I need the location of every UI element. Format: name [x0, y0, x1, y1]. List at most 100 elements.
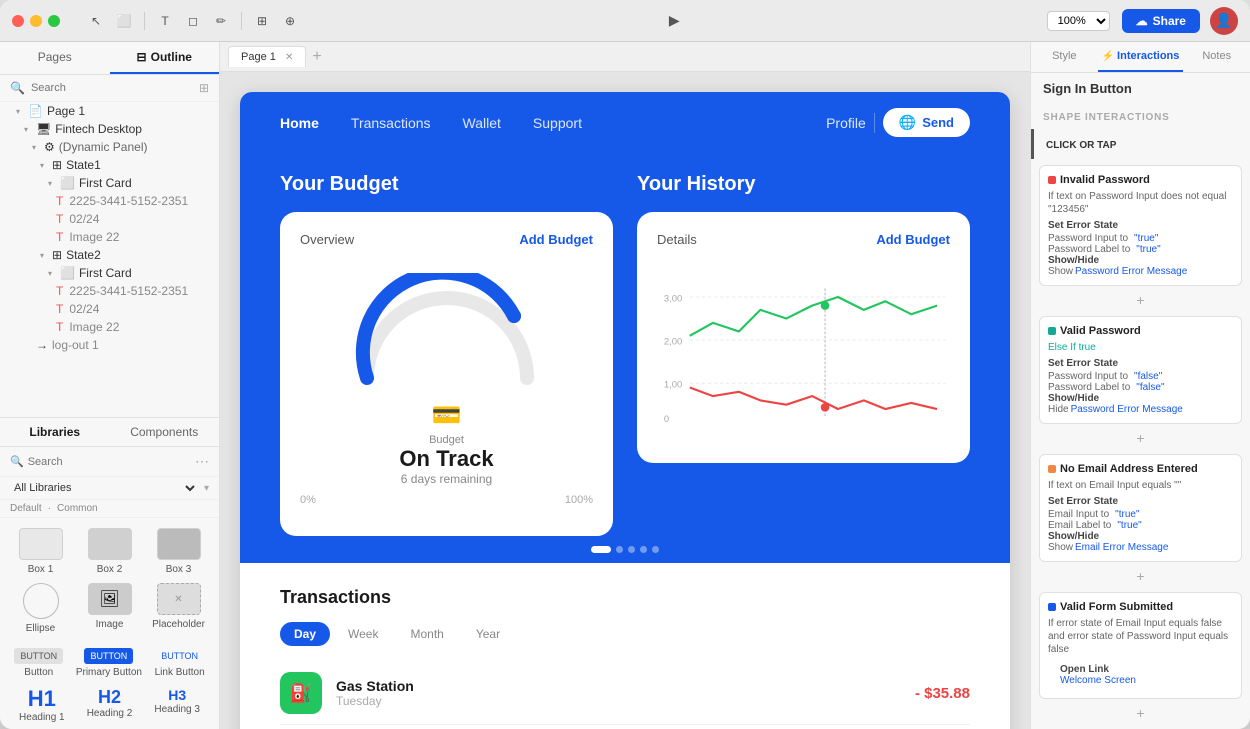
- user-avatar[interactable]: 👤: [1210, 7, 1238, 35]
- add-budget-link[interactable]: Add Budget: [519, 232, 593, 247]
- tree-state2[interactable]: ▾ ⊞ State2: [0, 246, 219, 264]
- set-error-label-3: Set Error State: [1048, 496, 1233, 507]
- tab-notes[interactable]: Notes: [1183, 42, 1250, 72]
- chart-svg: 3,00 2,00 1,00 0: [657, 263, 950, 443]
- tab-style[interactable]: Style: [1031, 42, 1098, 72]
- comp-heading3[interactable]: H3 Heading 3: [145, 688, 209, 723]
- dot-4[interactable]: [640, 546, 647, 553]
- filter-year[interactable]: Year: [462, 622, 514, 646]
- password-input-action-2: Password Input to "false": [1048, 371, 1233, 382]
- interaction-valid-password[interactable]: Valid Password Else If true Set Error St…: [1039, 316, 1242, 424]
- tree-date-2[interactable]: T 02/24: [0, 300, 219, 318]
- search-input[interactable]: [31, 82, 193, 94]
- tab-components[interactable]: Components: [110, 418, 220, 446]
- toolbar: ↖ ⬜ T ◻ ✏ ⊞ ⊕ ▶ 100% ☁ Share 👤: [84, 7, 1238, 35]
- show-password-error: Show Password Error Message: [1048, 266, 1233, 277]
- lib-search-input[interactable]: [28, 456, 191, 468]
- lib-tabs: Libraries Components: [0, 417, 219, 447]
- tree-card-number-2[interactable]: T 2225-3441-5152-2351: [0, 282, 219, 300]
- pen-tool[interactable]: ✏: [209, 9, 233, 33]
- globe-icon: 🌐: [899, 114, 916, 131]
- comp-link-button[interactable]: BUTTON Link Button: [155, 648, 205, 678]
- add-action-4[interactable]: +: [1128, 703, 1152, 723]
- dot-5[interactable]: [652, 546, 659, 553]
- tab-pages[interactable]: Pages: [0, 42, 110, 74]
- tab-outline[interactable]: ⊟Outline: [110, 42, 220, 74]
- nav-wallet[interactable]: Wallet: [463, 115, 501, 131]
- tree-dynamic-panel[interactable]: ▾ ⚙ (Dynamic Panel): [0, 138, 219, 156]
- maximize-button[interactable]: [48, 15, 60, 27]
- library-select[interactable]: All Libraries: [10, 481, 198, 495]
- tree-card-number-1[interactable]: T 2225-3441-5152-2351: [0, 192, 219, 210]
- nav-home[interactable]: Home: [280, 115, 319, 131]
- text-icon-1: T: [56, 194, 63, 208]
- filter-week[interactable]: Week: [334, 622, 392, 646]
- tree-page1[interactable]: ▾ 📄 Page 1: [0, 102, 219, 120]
- right-panel-tabs: Style ⚡Interactions Notes: [1031, 42, 1250, 73]
- history-card: Details Add Budget 3,00 2,00 1,00: [637, 212, 970, 463]
- tree-frame[interactable]: ▾ 🖥 Fintech Desktop: [0, 120, 219, 138]
- comp-box1[interactable]: Box 1: [10, 528, 71, 575]
- send-button[interactable]: 🌐 Send: [883, 108, 970, 137]
- tree-image-1[interactable]: T Image 22: [0, 228, 219, 246]
- comp-ellipse[interactable]: Ellipse: [10, 583, 71, 634]
- comp-placeholder[interactable]: ✕ Placeholder: [148, 583, 209, 634]
- comp-button[interactable]: BUTTON Button: [14, 648, 63, 678]
- tree-logout[interactable]: → log-out 1: [0, 336, 219, 354]
- filter-day[interactable]: Day: [280, 622, 330, 646]
- h3-preview: H3: [168, 688, 186, 702]
- minimize-button[interactable]: [30, 15, 42, 27]
- interaction-valid-form[interactable]: Valid Form Submitted If error state of E…: [1039, 592, 1242, 699]
- dot-1[interactable]: [591, 546, 611, 553]
- tab-libraries[interactable]: Libraries: [0, 418, 110, 446]
- add-action-1[interactable]: +: [1128, 290, 1152, 310]
- show-email-error: Show Email Error Message: [1048, 542, 1233, 553]
- comp-box3[interactable]: Box 3: [148, 528, 209, 575]
- comp-heading2[interactable]: H2 Heading 2: [78, 688, 142, 723]
- filter-month[interactable]: Month: [396, 622, 457, 646]
- comp-box2[interactable]: Box 2: [79, 528, 140, 575]
- lib-menu-icon[interactable]: ⋯: [195, 453, 209, 470]
- select-tool[interactable]: ↖: [84, 9, 108, 33]
- dot-3[interactable]: [628, 546, 635, 553]
- valid-password-condition: Else If true: [1048, 341, 1233, 354]
- share-button[interactable]: ☁ Share: [1122, 9, 1200, 33]
- nav-transactions[interactable]: Transactions: [351, 115, 431, 131]
- interaction-invalid-password[interactable]: Invalid Password If text on Password Inp…: [1039, 165, 1242, 286]
- add-tab-icon[interactable]: +: [312, 48, 321, 66]
- tree-image-2[interactable]: T Image 22: [0, 318, 219, 336]
- filter-icon[interactable]: ⊞: [199, 81, 209, 95]
- welcome-screen-link[interactable]: Welcome Screen: [1060, 675, 1221, 686]
- common-tag[interactable]: Common: [57, 503, 98, 514]
- shape-tool[interactable]: ◻: [181, 9, 205, 33]
- history-add-budget-link[interactable]: Add Budget: [876, 232, 950, 247]
- text-tool[interactable]: T: [153, 9, 177, 33]
- set-error-label-1: Set Error State: [1048, 220, 1233, 231]
- tree-first-card-2[interactable]: ▾ ⬜ First Card: [0, 264, 219, 282]
- gauge-center: 💳 Budget On Track 6 days remaining: [399, 401, 493, 486]
- tree-date-1[interactable]: T 02/24: [0, 210, 219, 228]
- close-tab-icon[interactable]: ✕: [285, 52, 293, 63]
- add-action-3[interactable]: +: [1128, 566, 1152, 586]
- play-button[interactable]: ▶: [662, 9, 686, 33]
- comp-primary-button[interactable]: BUTTON Primary Button: [76, 648, 142, 678]
- nav-support[interactable]: Support: [533, 115, 582, 131]
- comp-image[interactable]: 🖼 Image: [79, 583, 140, 634]
- dot-2[interactable]: [616, 546, 623, 553]
- add-action-2[interactable]: +: [1128, 428, 1152, 448]
- comp-heading1[interactable]: H1 Heading 1: [10, 688, 74, 723]
- valid-form-condition: If error state of Email Input equals fal…: [1048, 617, 1233, 656]
- close-button[interactable]: [12, 15, 24, 27]
- component-tool[interactable]: ⊞: [250, 9, 274, 33]
- zoom-tool[interactable]: ⊕: [278, 9, 302, 33]
- tree-state1[interactable]: ▾ ⊞ State1: [0, 156, 219, 174]
- interaction-no-email[interactable]: No Email Address Entered If text on Emai…: [1039, 454, 1242, 562]
- nav-profile-link[interactable]: Profile: [826, 115, 866, 131]
- default-tag[interactable]: Default: [10, 503, 42, 514]
- tree-first-card-1[interactable]: ▾ ⬜ First Card: [0, 174, 219, 192]
- frame-tool[interactable]: ⬜: [112, 9, 136, 33]
- tab-interactions[interactable]: ⚡Interactions: [1098, 42, 1184, 72]
- canvas-tab-page1[interactable]: Page 1 ✕: [228, 46, 306, 67]
- state2-icon: ⊞: [52, 248, 62, 262]
- zoom-select[interactable]: 100%: [1047, 11, 1110, 31]
